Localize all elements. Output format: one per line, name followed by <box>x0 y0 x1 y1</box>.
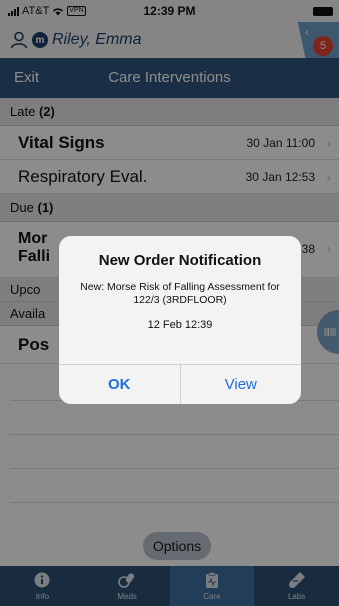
dialog-timestamp: 12 Feb 12:39 <box>147 319 213 331</box>
new-order-dialog: New Order Notification New: Morse Risk o… <box>59 236 301 404</box>
dialog-buttons: OK View <box>59 364 301 404</box>
dialog-message: New: Morse Risk of Falling Assessment fo… <box>80 281 280 306</box>
dialog-title: New Order Notification <box>98 252 262 269</box>
view-button[interactable]: View <box>181 365 302 404</box>
ok-button[interactable]: OK <box>59 365 181 404</box>
